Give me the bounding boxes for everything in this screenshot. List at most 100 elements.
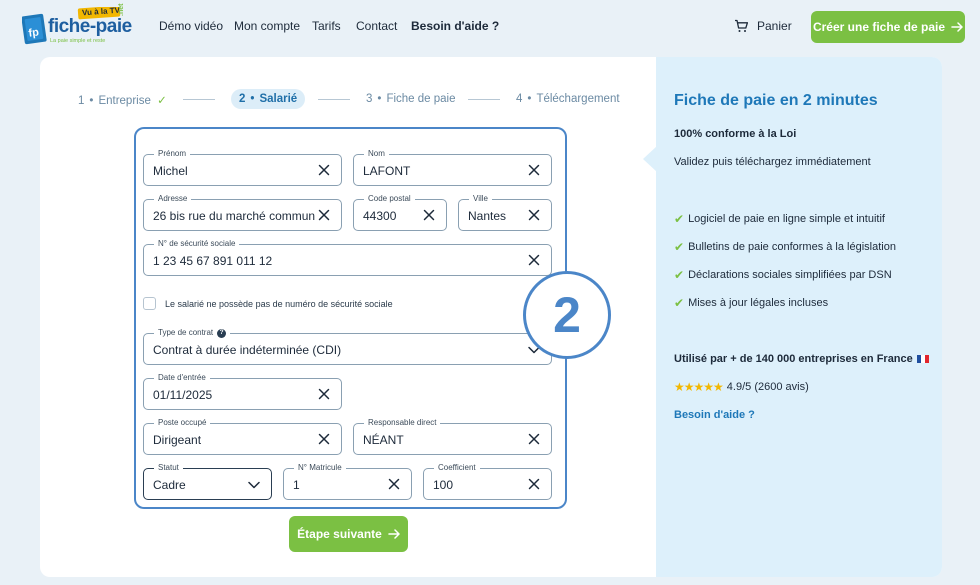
site-logo[interactable]: fp Vu à la TV fiche-paie .net La paie si… [21, 3, 140, 47]
ville-field[interactable]: Ville Nantes [458, 194, 552, 231]
poste-label: Poste occupé [154, 418, 211, 428]
date-entree-field[interactable]: Date d'entrée 01/11/2025 [143, 373, 342, 410]
poste-value: Dirigeant [153, 433, 202, 447]
clear-icon[interactable] [316, 162, 332, 178]
step-number: 3 [366, 93, 373, 105]
step-entreprise[interactable]: 1 • Entreprise ✓ [78, 93, 167, 107]
nav-demo-video[interactable]: Démo vidéo [159, 19, 223, 33]
cart-link[interactable]: Panier [734, 19, 792, 33]
clear-icon[interactable] [526, 207, 542, 223]
prenom-field[interactable]: Prénom Michel [143, 149, 342, 186]
clear-icon[interactable] [316, 386, 332, 402]
clear-icon[interactable] [526, 431, 542, 447]
nom-label: Nom [364, 149, 389, 159]
step-fiche-de-paie[interactable]: 3 • Fiche de paie [366, 93, 455, 105]
adresse-label: Adresse [154, 194, 192, 204]
feature-item: ✔ Mises à jour légales incluses [674, 296, 828, 310]
secu-field[interactable]: N° de sécurité sociale 1 23 45 67 891 01… [143, 239, 552, 276]
date-entree-label: Date d'entrée [154, 373, 210, 383]
info-panel-notch [643, 146, 657, 172]
step-connector [318, 99, 350, 100]
cart-label: Panier [757, 19, 792, 33]
info-description: Validez puis téléchargez immédiatement [674, 156, 871, 168]
nav-besoin-aide[interactable]: Besoin d'aide ? [411, 19, 499, 33]
feature-item: ✔ Bulletins de paie conformes à la légis… [674, 240, 896, 254]
social-proof-text: Utilisé par + de 140 000 entreprises en … [674, 353, 913, 365]
poste-field[interactable]: Poste occupé Dirigeant [143, 418, 342, 455]
arrow-right-icon [951, 22, 963, 32]
step-separator: • [250, 93, 255, 105]
feature-text: Déclarations sociales simplifiées par DS… [688, 269, 892, 281]
cart-icon [735, 19, 749, 32]
no-secu-checkbox-row[interactable]: Le salarié ne possède pas de numéro de s… [143, 297, 393, 310]
step-label: Fiche de paie [386, 93, 456, 105]
info-title: Fiche de paie en 2 minutes [674, 92, 878, 109]
step-separator: • [527, 93, 532, 105]
statut-label: Statut [154, 463, 183, 473]
check-icon: ✔ [674, 240, 685, 254]
code-postal-label: Code postal [364, 194, 415, 204]
date-entree-value: 01/11/2025 [153, 388, 213, 402]
contrat-value: Contrat à durée indéterminée (CDI) [153, 343, 342, 357]
feature-item: ✔ Déclarations sociales simplifiées par … [674, 268, 892, 282]
clear-icon[interactable] [316, 431, 332, 447]
clear-icon[interactable] [526, 252, 542, 268]
logo-tagline: La paie simple et reste [50, 38, 106, 44]
step-separator: • [377, 93, 382, 105]
secu-value: 1 23 45 67 891 011 12 [153, 254, 273, 268]
step-number: 1 [78, 95, 85, 107]
check-icon: ✔ [674, 296, 685, 310]
feature-text: Mises à jour légales incluses [688, 297, 829, 309]
help-icon[interactable]: ? [217, 328, 227, 338]
check-icon: ✔ [674, 268, 685, 282]
nav-mon-compte[interactable]: Mon compte [234, 19, 300, 33]
arrow-right-icon [388, 529, 400, 539]
nom-field[interactable]: Nom LAFONT [353, 149, 552, 186]
step-salarie[interactable]: 2 • Salarié [231, 89, 306, 109]
clear-icon[interactable] [526, 476, 542, 492]
contrat-select[interactable]: Type de contrat ? Contrat à durée indéte… [143, 328, 552, 365]
matricule-field[interactable]: N° Matricule 1 [283, 463, 412, 500]
nav-contact[interactable]: Contact [356, 19, 397, 33]
clear-icon[interactable] [316, 207, 332, 223]
nom-value: LAFONT [363, 164, 411, 178]
coefficient-value: 100 [433, 478, 454, 492]
clear-icon[interactable] [421, 207, 437, 223]
statut-select[interactable]: Statut Cadre [143, 463, 272, 500]
prenom-label: Prénom [154, 149, 191, 159]
clear-icon[interactable] [386, 476, 402, 492]
step-separator: • [89, 95, 94, 107]
logo-wordmark: fiche-paie [48, 16, 132, 37]
coefficient-field[interactable]: Coefficient 100 [423, 463, 552, 500]
matricule-value: 1 [293, 478, 300, 492]
feature-text: Bulletins de paie conformes à la législa… [688, 241, 896, 253]
statut-value: Cadre [153, 478, 186, 492]
nav-tarifs[interactable]: Tarifs [312, 19, 341, 33]
create-payslip-button[interactable]: Créer une fiche de paie [811, 11, 965, 43]
step-telechargement[interactable]: 4 • Téléchargement [516, 93, 620, 105]
clear-icon[interactable] [526, 162, 542, 178]
responsable-label: Responsable direct [364, 418, 441, 428]
coefficient-label: Coefficient [434, 463, 480, 473]
no-secu-checkbox[interactable] [143, 297, 156, 310]
next-step-button[interactable]: Étape suivante [289, 516, 408, 552]
chevron-down-icon[interactable] [247, 478, 261, 492]
step-number-badge: 2 [523, 271, 611, 359]
step-connector [468, 99, 500, 100]
matricule-label: N° Matricule [294, 463, 346, 473]
responsable-field[interactable]: Responsable direct NÉANT [353, 418, 552, 455]
check-icon: ✔ [674, 212, 685, 226]
code-postal-field[interactable]: Code postal 44300 [353, 194, 447, 231]
next-step-label: Étape suivante [297, 527, 382, 541]
logo-tld: .net [118, 3, 125, 16]
rating: ★★★★★ 4.9/5 (2600 avis) [674, 380, 809, 394]
adresse-field[interactable]: Adresse 26 bis rue du marché commun [143, 194, 342, 231]
help-link[interactable]: Besoin d'aide ? [674, 409, 755, 421]
contrat-label-text: Type de contrat [158, 328, 214, 337]
ville-label: Ville [469, 194, 492, 204]
feature-text: Logiciel de paie en ligne simple et intu… [688, 213, 885, 225]
check-icon: ✓ [157, 95, 167, 107]
feature-item: ✔ Logiciel de paie en ligne simple et in… [674, 212, 885, 226]
step-label: Entreprise [98, 95, 151, 107]
svg-text:fp: fp [28, 26, 40, 39]
